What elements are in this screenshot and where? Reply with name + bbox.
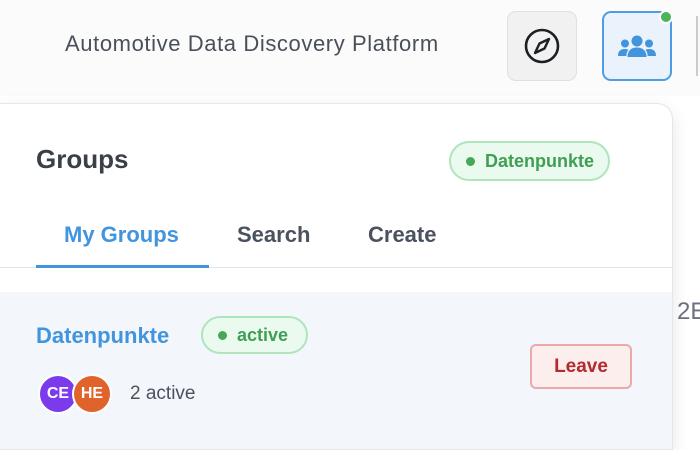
online-status-dot bbox=[659, 10, 673, 24]
group-status-badge: active bbox=[201, 316, 309, 354]
groups-tabs: My Groups Search Create bbox=[0, 204, 672, 268]
status-dot-icon bbox=[218, 330, 227, 340]
groups-dropdown-panel: Groups Datenpunkte My Groups Search Crea… bbox=[0, 103, 673, 450]
app-title: Automotive Data Discovery Platform bbox=[65, 31, 439, 56]
leave-group-button[interactable]: Leave bbox=[530, 344, 632, 389]
member-avatars: CE HE bbox=[38, 374, 118, 414]
group-list-item: Datenpunkte active CE HE 2 active Leave bbox=[0, 292, 672, 449]
compass-icon bbox=[523, 27, 561, 65]
tab-my-groups[interactable]: My Groups bbox=[64, 222, 179, 248]
tab-create[interactable]: Create bbox=[368, 222, 436, 248]
active-member-count: 2 active bbox=[130, 383, 196, 404]
app-header: Automotive Data Discovery Platform bbox=[0, 0, 700, 96]
tab-search[interactable]: Search bbox=[237, 222, 310, 248]
panel-title: Groups bbox=[36, 144, 129, 174]
group-name-link[interactable]: Datenpunkte bbox=[36, 323, 169, 349]
current-group-badge: Datenpunkte bbox=[449, 141, 611, 181]
groups-button[interactable] bbox=[602, 10, 673, 81]
discover-button[interactable] bbox=[507, 11, 577, 81]
active-tab-indicator bbox=[36, 265, 209, 268]
header-edge-divider bbox=[696, 16, 698, 76]
group-status-label: active bbox=[237, 324, 289, 345]
status-dot-icon bbox=[466, 156, 475, 166]
current-group-label: Datenpunkte bbox=[485, 150, 595, 171]
background-peek-text: 2E bbox=[677, 298, 700, 325]
users-group-icon bbox=[615, 31, 659, 61]
avatar: HE bbox=[72, 374, 112, 414]
